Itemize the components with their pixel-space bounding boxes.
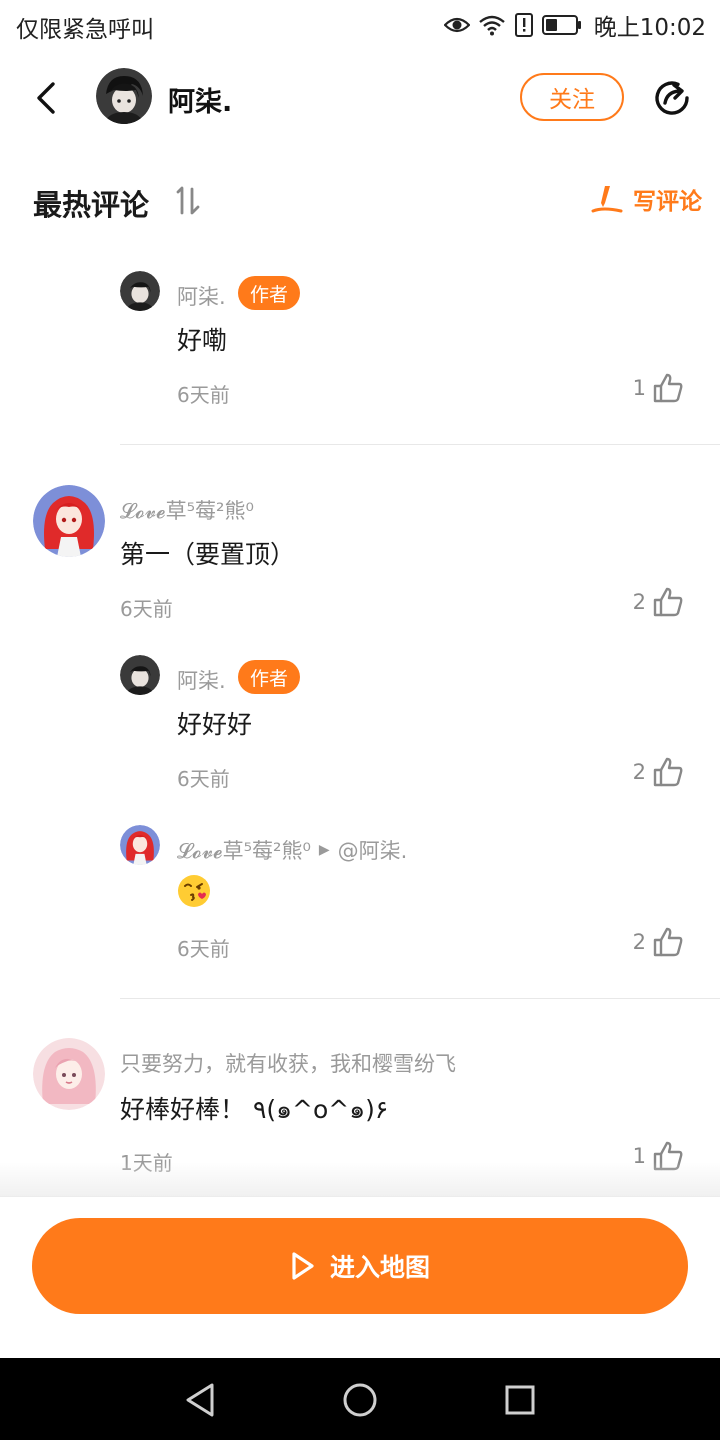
chevron-left-icon [37,82,55,114]
scroll-fade [0,1162,720,1198]
comment-author-name[interactable]: 只要努力，就有收获，我和樱雪纷飞 [120,1048,456,1078]
write-comment-button[interactable]: 写评论 [591,182,702,216]
sort-icon[interactable] [172,184,206,218]
comment-author-name[interactable]: 𝓛𝓸𝓿𝓮草⁵莓²熊⁰ [120,495,254,525]
nav-home-button[interactable] [338,1378,382,1422]
reply-avatar[interactable] [120,655,160,695]
comment-avatar[interactable] [33,1038,105,1110]
like-count: 2 [632,760,646,784]
play-icon [292,1252,314,1280]
carrier-text: 仅限紧急呼叫 [16,17,154,43]
comment-text[interactable]: 好棒好棒！ ٩(๑^o^๑)۶ [120,1090,388,1130]
author-badge: 作者 [238,276,301,310]
enter-map-label: 进入地图 [329,1253,430,1282]
nav-recents-button[interactable] [498,1378,542,1422]
hot-comments-title: 最热评论 [33,188,150,222]
comment-time: 6天前 [177,383,230,407]
reply-text[interactable]: 好好好 [177,705,252,741]
eye-icon [443,17,470,33]
reply-time: 6天前 [177,767,230,791]
back-button[interactable] [22,74,70,122]
thumbs-up-icon [653,587,683,617]
comment-author-name[interactable]: 阿柒. [177,281,226,311]
comment-avatar[interactable] [120,271,160,311]
thumbs-up-icon [653,927,683,957]
thumbs-up-icon [653,373,683,403]
write-comment-label: 写评论 [633,189,702,215]
reply-target[interactable]: @阿柒. [338,835,408,865]
divider [120,998,720,999]
reply-author-name[interactable]: 𝓛𝓸𝓿𝓮草⁵莓²熊⁰ [177,835,311,865]
pen-icon [591,186,623,213]
status-icons: 晚上10:02 [443,8,706,42]
reply-avatar[interactable] [120,825,160,865]
like-count: 2 [632,930,646,954]
like-count: 1 [632,376,646,400]
like-button[interactable]: 2 [633,926,684,958]
back-triangle-icon [186,1383,214,1417]
status-time: 晚上10:02 [593,15,706,41]
author-avatar[interactable] [96,68,152,124]
alert-icon [514,13,533,37]
comment-avatar[interactable] [33,485,105,557]
author-name[interactable]: 阿柒. [168,80,232,119]
recents-square-icon [505,1385,535,1415]
thumbs-up-icon [653,757,683,787]
home-circle-icon [343,1383,377,1417]
like-button[interactable]: 2 [633,756,684,788]
header: 阿柒. 关注 [0,62,720,134]
comment-text[interactable]: 第一（要置顶） [120,535,295,571]
share-icon [655,81,689,115]
wifi-icon [478,15,505,36]
system-nav-bar [0,1358,720,1440]
reply-time: 6天前 [177,937,230,961]
status-bar: 仅限紧急呼叫 晚上10:02 [0,0,720,50]
reply-author-name[interactable]: 阿柒. [177,665,226,695]
kissing-face-emoji [178,875,210,907]
comment-time: 6天前 [120,597,173,621]
like-button[interactable]: 1 [633,372,684,404]
reply-header: 𝓛𝓸𝓿𝓮草⁵莓²熊⁰ ▶ @阿柒. [177,835,407,865]
like-count: 2 [632,590,646,614]
follow-button[interactable]: 关注 [520,73,624,121]
author-badge: 作者 [238,660,301,694]
reply-arrow: ▶ [318,842,330,858]
like-button[interactable]: 2 [633,586,684,618]
comment-text[interactable]: 好嘞 [177,321,227,357]
battery-icon [541,15,581,35]
enter-map-button[interactable]: 进入地图 [32,1218,688,1314]
divider [120,444,720,445]
share-button[interactable] [646,72,698,124]
nav-back-button[interactable] [178,1378,222,1422]
